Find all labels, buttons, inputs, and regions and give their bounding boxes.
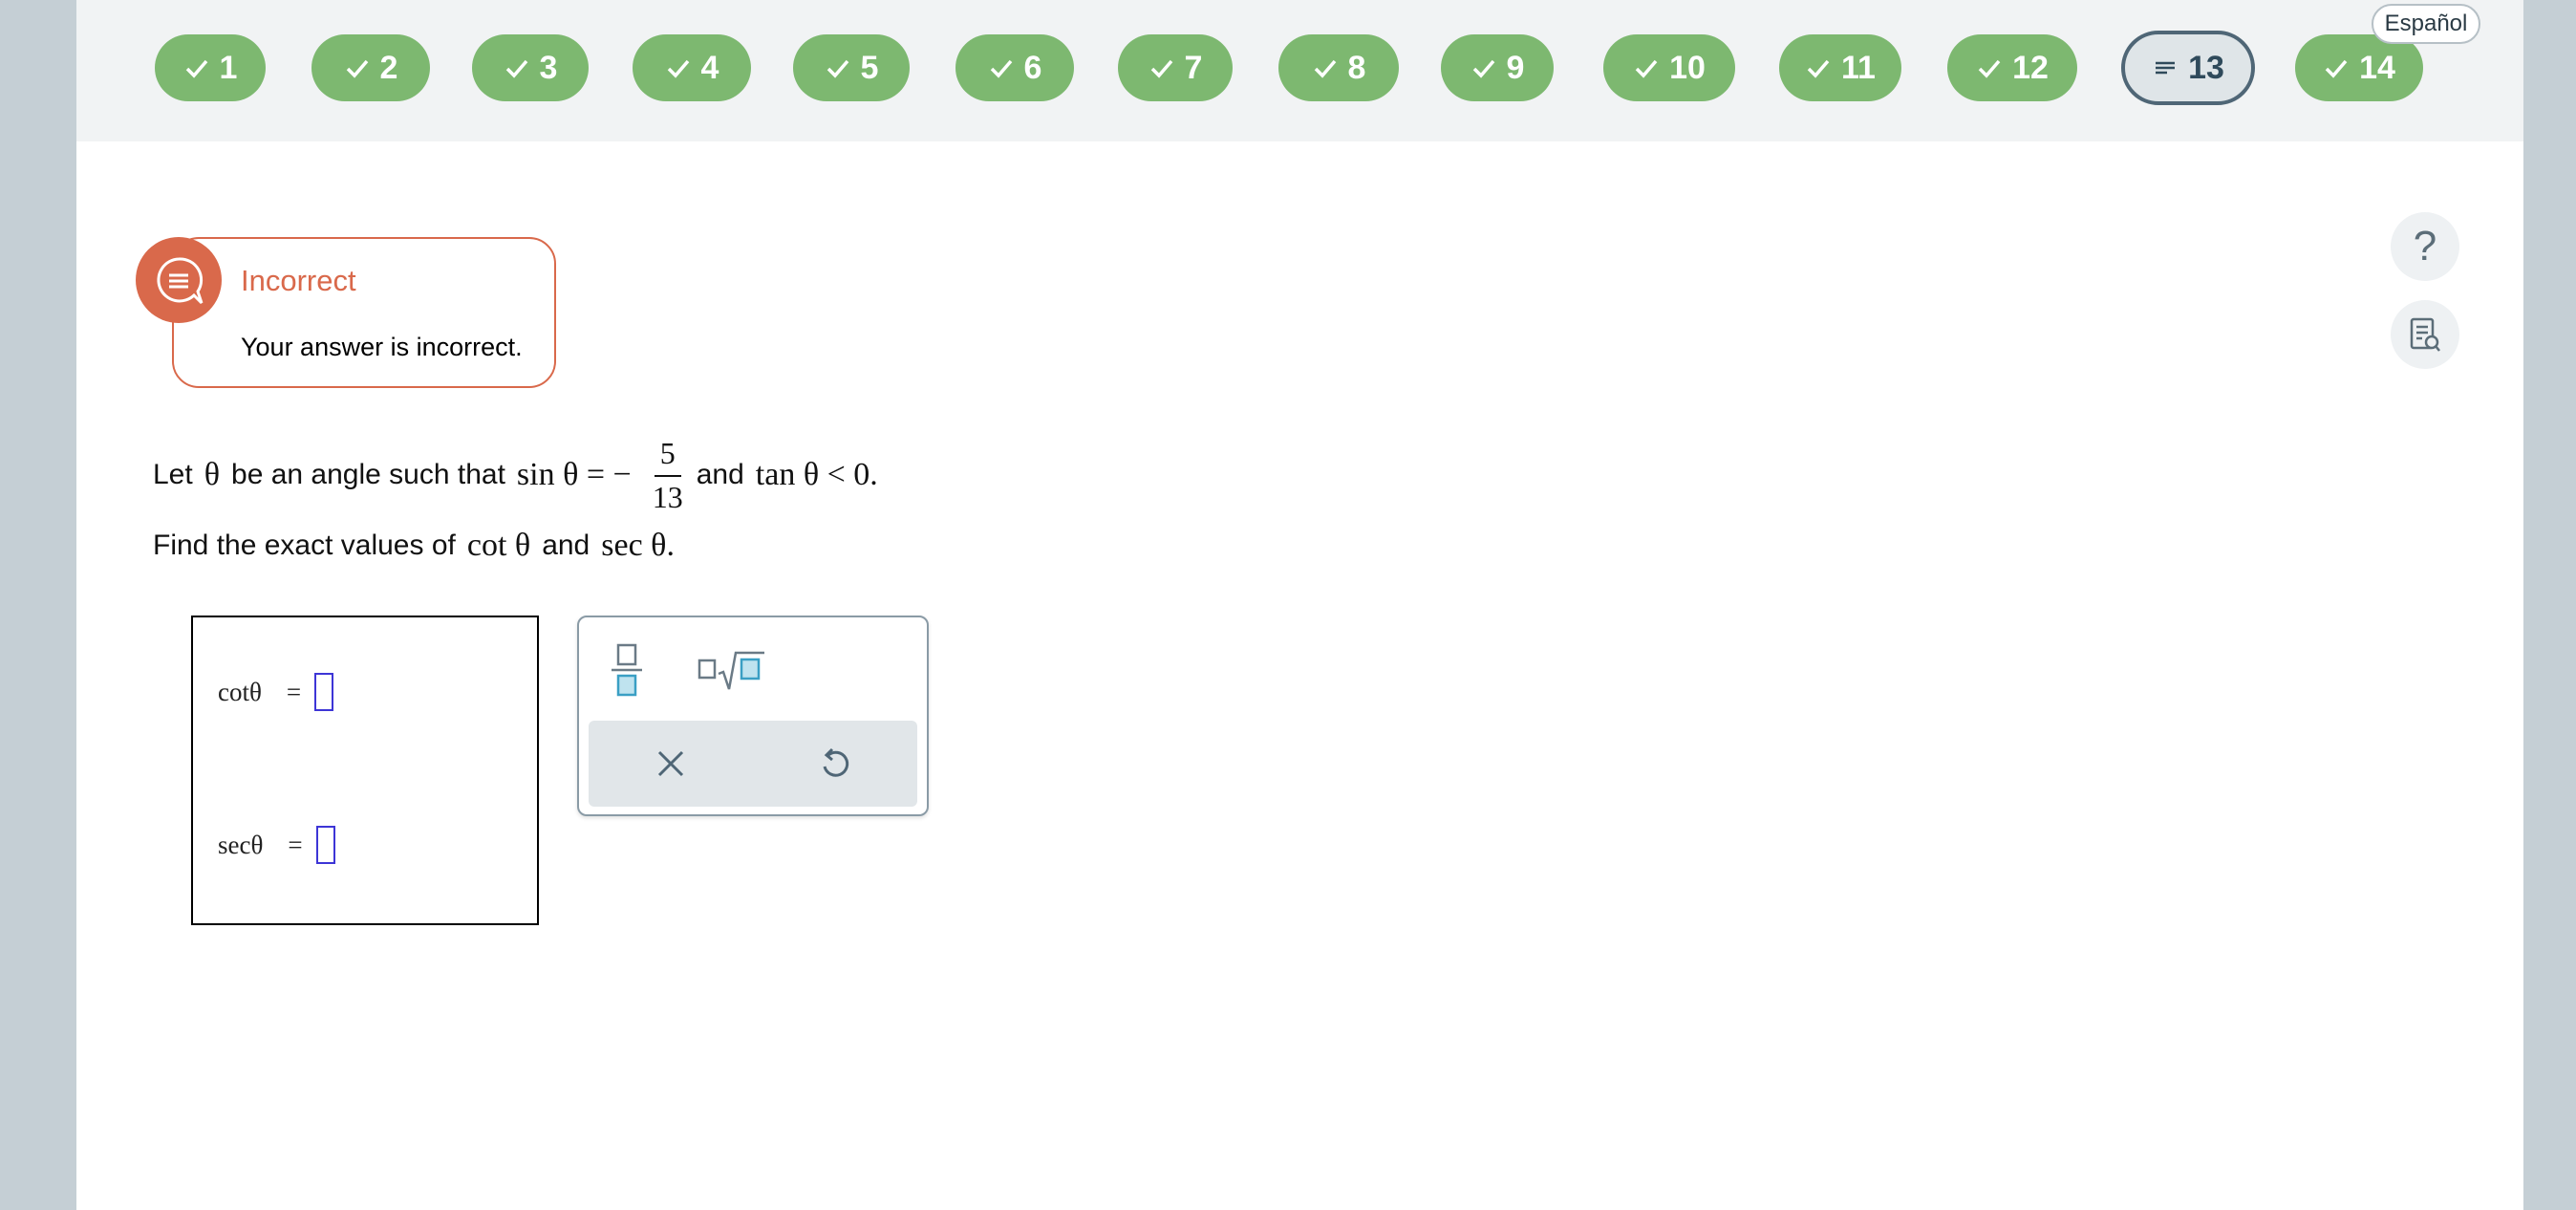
checkmark-icon bbox=[346, 59, 368, 78]
question-number: 2 bbox=[379, 49, 398, 86]
question-text: be an angle such that bbox=[231, 459, 505, 490]
notes-button[interactable] bbox=[2391, 300, 2459, 369]
cot-answer-row: cotθ = bbox=[218, 673, 334, 711]
checkmark-icon bbox=[2325, 59, 2348, 78]
fraction-button[interactable] bbox=[589, 637, 665, 703]
question-pill-6[interactable]: 6 bbox=[955, 34, 1074, 101]
nth-root-button[interactable] bbox=[694, 637, 770, 703]
equals-sign: = bbox=[286, 677, 302, 706]
question-mark-icon: ? bbox=[2413, 223, 2437, 270]
fraction-denominator: 13 bbox=[652, 480, 683, 514]
math-keypad bbox=[577, 616, 929, 816]
checkmark-icon bbox=[1807, 59, 1830, 78]
question-pill-7[interactable]: 7 bbox=[1118, 34, 1233, 101]
question-text: and bbox=[696, 459, 744, 490]
clear-button[interactable] bbox=[589, 721, 753, 807]
question-pill-8[interactable]: 8 bbox=[1278, 34, 1399, 101]
checkmark-icon bbox=[1472, 59, 1494, 78]
equals-sign: = bbox=[288, 830, 303, 859]
question-pill-10[interactable]: 10 bbox=[1603, 34, 1735, 101]
question-number: 5 bbox=[860, 49, 879, 86]
sine-expression: sin θ = − bbox=[516, 457, 632, 492]
cotangent-expression: cot θ bbox=[466, 528, 531, 563]
checkmark-icon bbox=[826, 59, 848, 78]
fraction-numerator: 5 bbox=[654, 435, 681, 477]
question-number: 1 bbox=[219, 49, 238, 86]
question-pill-9[interactable]: 9 bbox=[1441, 34, 1554, 101]
theta-symbol: θ bbox=[204, 457, 221, 492]
answer-box: cotθ = secθ = bbox=[191, 616, 539, 925]
list-icon bbox=[2156, 61, 2176, 75]
square-root-icon bbox=[698, 651, 764, 690]
checkmark-icon bbox=[1635, 59, 1658, 78]
question-number: 7 bbox=[1184, 49, 1203, 86]
question-pill-12[interactable]: 12 bbox=[1947, 34, 2077, 101]
feedback-title: Incorrect bbox=[241, 264, 356, 297]
question-pill-1[interactable]: 1 bbox=[155, 34, 266, 101]
question-pill-14[interactable]: 14 bbox=[2295, 34, 2423, 101]
fraction: 5 13 bbox=[647, 435, 689, 515]
question-number: 14 bbox=[2359, 49, 2395, 86]
keypad-actions bbox=[589, 721, 917, 807]
sec-answer-row: secθ = bbox=[218, 826, 335, 864]
question-text: Find the exact values of bbox=[153, 529, 456, 561]
fraction-icon bbox=[612, 643, 642, 697]
sec-answer-input[interactable] bbox=[315, 826, 335, 864]
question-number: 4 bbox=[700, 49, 719, 86]
cot-label: cotθ bbox=[218, 677, 262, 706]
checkmark-icon bbox=[667, 59, 689, 78]
question-number: 12 bbox=[2012, 49, 2049, 86]
secant-expression: sec θ. bbox=[601, 528, 675, 563]
question-pill-5[interactable]: 5 bbox=[793, 34, 910, 101]
undo-button[interactable] bbox=[753, 721, 917, 807]
question-number: 6 bbox=[1023, 49, 1042, 86]
notes-search-icon bbox=[2410, 317, 2440, 352]
feedback-panel bbox=[172, 237, 556, 388]
question-text: Let bbox=[153, 459, 193, 490]
question-pill-11[interactable]: 11 bbox=[1779, 34, 1901, 101]
cot-answer-input[interactable] bbox=[314, 673, 334, 711]
close-icon bbox=[657, 750, 684, 777]
undo-icon bbox=[823, 747, 849, 777]
checkmark-icon bbox=[505, 59, 527, 78]
question-pill-13[interactable]: 13 bbox=[2121, 31, 2255, 105]
checkmark-icon bbox=[1150, 59, 1172, 78]
question-pill-3[interactable]: 3 bbox=[472, 34, 589, 101]
checkmark-icon bbox=[1314, 59, 1336, 78]
question-pill-2[interactable]: 2 bbox=[311, 34, 430, 101]
page: 1 2 3 4 5 6 7 8 9 10 11 12 13 14 Español ? Incorrect … bbox=[76, 0, 2523, 1210]
question-instruction: Find the exact values of cot θ and sec θ… bbox=[153, 524, 686, 568]
language-toggle-button[interactable]: Español bbox=[2372, 4, 2480, 44]
tangent-condition: tan θ < 0. bbox=[755, 457, 878, 492]
question-pill-4[interactable]: 4 bbox=[633, 34, 751, 101]
checkmark-icon bbox=[185, 59, 207, 78]
question-number: 8 bbox=[1347, 49, 1366, 86]
question-statement: Let θ be an angle such that sin θ = − 5 … bbox=[153, 432, 890, 518]
feedback-message: Your answer is incorrect. bbox=[241, 333, 523, 361]
question-number: 13 bbox=[2188, 49, 2224, 86]
question-number: 9 bbox=[1506, 49, 1525, 86]
question-navigation-bar: 1 2 3 4 5 6 7 8 9 10 11 12 13 14 Español bbox=[76, 0, 2523, 141]
checkmark-icon bbox=[1978, 59, 2001, 78]
sec-label: secθ bbox=[218, 830, 264, 859]
question-number: 11 bbox=[1841, 49, 1876, 86]
question-number: 10 bbox=[1669, 49, 1706, 86]
question-number: 3 bbox=[539, 49, 558, 86]
question-text: and bbox=[542, 529, 590, 561]
checkmark-icon bbox=[990, 59, 1012, 78]
help-button[interactable]: ? bbox=[2391, 212, 2459, 281]
feedback-chat-icon bbox=[136, 237, 222, 323]
